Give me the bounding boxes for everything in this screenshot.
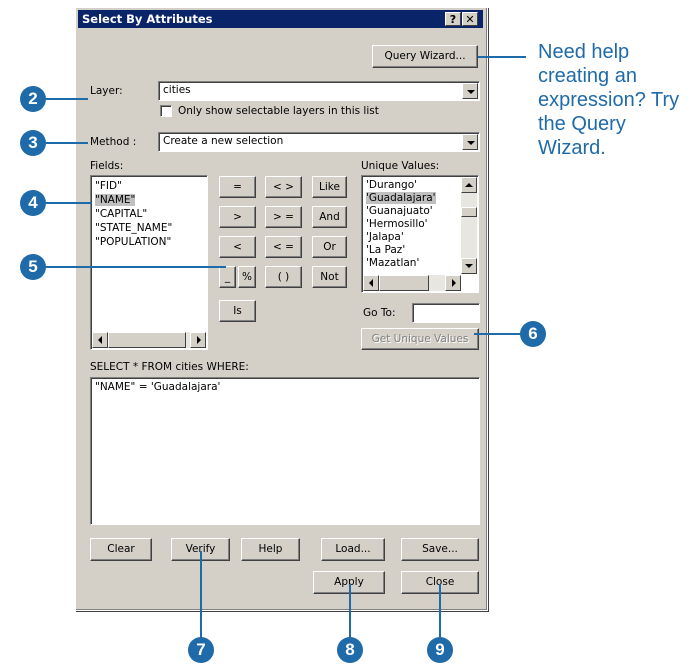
less-equal-button[interactable]: < = <box>265 236 302 258</box>
field-item[interactable]: "STATE_NAME" <box>95 222 172 234</box>
or-button[interactable]: Or <box>312 236 347 258</box>
value-item[interactable]: 'Hermosillo' <box>366 218 428 230</box>
method-dropdown[interactable]: Create a new selection <box>158 132 480 152</box>
value-item[interactable]: 'Jalapa' <box>366 231 404 243</box>
callout-6: 6 <box>520 321 546 347</box>
not-button[interactable]: Not <box>312 266 347 288</box>
callout-line <box>439 584 441 639</box>
callout-2: 2 <box>20 86 46 112</box>
method-label: Method : <box>90 136 137 148</box>
callout-8: 8 <box>337 637 363 663</box>
callout-line <box>46 202 92 204</box>
horizontal-scrollbar[interactable] <box>363 275 461 291</box>
layer-dropdown[interactable]: cities <box>158 81 480 101</box>
field-item[interactable]: "FID" <box>95 180 122 192</box>
scroll-left-icon[interactable] <box>363 275 379 291</box>
close-icon[interactable]: ✕ <box>462 12 478 26</box>
callout-5: 5 <box>20 254 46 280</box>
fields-list[interactable]: "FID" "NAME" "CAPITAL" "STATE_NAME" "POP… <box>90 175 208 350</box>
callout-line <box>478 56 526 58</box>
load-button[interactable]: Load... <box>321 538 385 561</box>
percent-button[interactable]: % <box>238 266 256 288</box>
unique-values-label: Unique Values: <box>361 160 440 172</box>
layer-label: Layer: <box>90 85 123 97</box>
field-item[interactable]: "NAME" <box>95 194 136 206</box>
scroll-up-icon[interactable] <box>461 177 477 193</box>
goto-input[interactable] <box>412 303 480 323</box>
value-item[interactable]: 'Durango' <box>366 179 417 191</box>
sql-expression: "NAME" = 'Guadalajara' <box>95 381 221 393</box>
method-value: Create a new selection <box>163 135 284 147</box>
chevron-down-icon[interactable] <box>462 83 478 99</box>
scroll-right-icon[interactable] <box>190 332 206 348</box>
window-title: Select By Attributes <box>82 12 213 26</box>
value-item[interactable]: 'Guadalajara' <box>366 192 436 204</box>
callout-7: 7 <box>188 637 214 663</box>
callout-line <box>474 333 522 335</box>
query-wizard-button[interactable]: Query Wizard... <box>372 45 478 68</box>
fields-label: Fields: <box>90 160 124 172</box>
save-button[interactable]: Save... <box>401 538 479 561</box>
scroll-right-icon[interactable] <box>445 275 461 291</box>
scroll-down-icon[interactable] <box>461 258 477 274</box>
underscore-button[interactable]: _ <box>219 266 236 288</box>
scroll-thumb[interactable] <box>461 207 477 217</box>
selectable-layers-checkbox[interactable] <box>160 105 172 117</box>
help-button[interactable]: Help <box>241 538 300 561</box>
callout-line <box>46 142 88 144</box>
callout-9: 9 <box>427 637 453 663</box>
greater-than-button[interactable]: > <box>219 206 256 228</box>
vertical-scrollbar[interactable] <box>461 177 477 274</box>
query-wizard-help-note: Need help creating an expression? Try th… <box>538 41 680 159</box>
callout-3: 3 <box>20 130 46 156</box>
parentheses-button[interactable]: ( ) <box>265 266 302 288</box>
callout-line <box>46 98 88 100</box>
like-button[interactable]: Like <box>312 176 347 198</box>
scroll-left-icon[interactable] <box>92 332 108 348</box>
clear-button[interactable]: Clear <box>90 538 152 561</box>
goto-label: Go To: <box>363 307 396 319</box>
greater-equal-button[interactable]: > = <box>265 206 302 228</box>
chevron-down-icon[interactable] <box>462 134 478 150</box>
scroll-thumb[interactable] <box>379 275 429 291</box>
scroll-thumb[interactable] <box>108 332 186 348</box>
callout-line <box>200 551 202 639</box>
not-equal-button[interactable]: < > <box>265 176 302 198</box>
horizontal-scrollbar[interactable] <box>92 332 206 348</box>
get-unique-values-button[interactable]: Get Unique Values <box>361 328 479 350</box>
checkbox-label: Only show selectable layers in this list <box>178 105 379 117</box>
less-than-button[interactable]: < <box>219 236 256 258</box>
layer-value: cities <box>163 84 191 96</box>
equals-button[interactable]: = <box>219 176 256 198</box>
and-button[interactable]: And <box>312 206 347 228</box>
sql-expression-box[interactable]: "NAME" = 'Guadalajara' <box>90 377 480 525</box>
value-item[interactable]: 'Guanajuato' <box>366 205 433 217</box>
value-item[interactable]: 'La Paz' <box>366 244 405 256</box>
value-item[interactable]: 'Mazatlan' <box>366 257 419 269</box>
callout-line <box>349 584 351 639</box>
unique-values-list[interactable]: 'Durango' 'Guadalajara' 'Guanajuato' 'He… <box>361 175 479 293</box>
is-button[interactable]: Is <box>219 300 256 322</box>
field-item[interactable]: "POPULATION" <box>95 236 171 248</box>
title-bar: Select By Attributes ? ✕ <box>78 10 483 28</box>
callout-4: 4 <box>20 190 46 216</box>
sql-label: SELECT * FROM cities WHERE: <box>90 361 249 373</box>
help-icon[interactable]: ? <box>445 12 461 26</box>
select-by-attributes-dialog: Select By Attributes ? ✕ Query Wizard...… <box>75 7 488 611</box>
field-item[interactable]: "CAPITAL" <box>95 208 147 220</box>
callout-line <box>46 266 226 268</box>
